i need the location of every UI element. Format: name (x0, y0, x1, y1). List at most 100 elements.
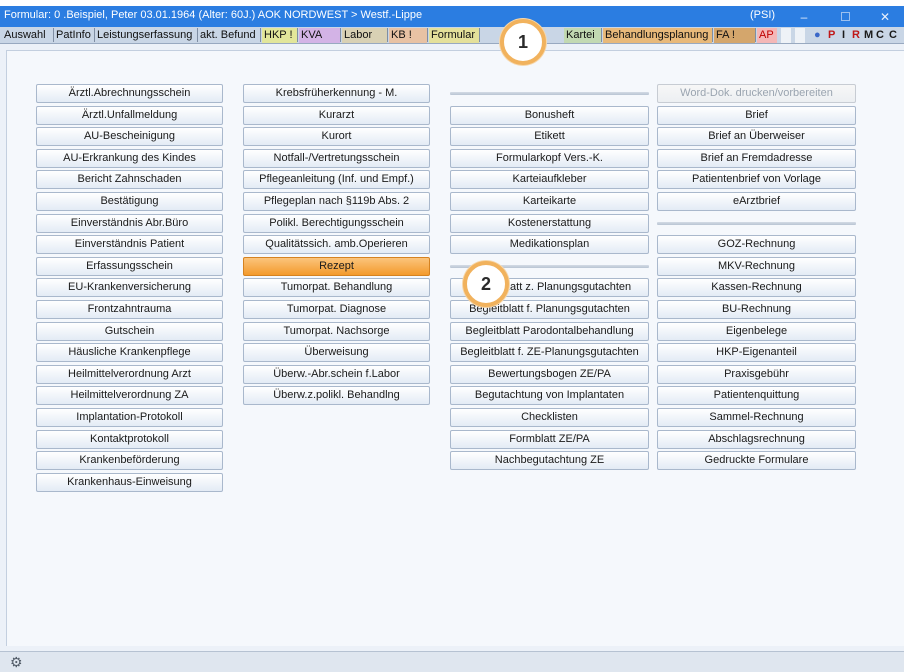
tab-formular[interactable]: Formular (429, 28, 479, 43)
form-button-begleitblatt-parodontalbehandlung[interactable]: Begleitblatt Parodontalbehandlung (450, 321, 649, 341)
form-button-kontaktprotokoll[interactable]: Kontaktprotokoll (36, 429, 223, 449)
form-button-karteiaufkleber[interactable]: Karteiaufkleber (450, 170, 649, 190)
tab-patinfo[interactable]: PatInfo (54, 28, 94, 43)
form-button-krankenhaus-einweisung[interactable]: Krankenhaus-Einweisung (36, 472, 223, 492)
form-button-formularkopf-vers-k[interactable]: Formularkopf Vers.-K. (450, 148, 649, 168)
form-button-ueberweisung[interactable]: Überweisung (243, 343, 430, 363)
form-button-brief[interactable]: Brief (657, 105, 856, 125)
form-button-notfall-vertretungsschein[interactable]: Notfall-/Vertretungsschein (243, 148, 430, 168)
form-button-formblatt-ze-pa[interactable]: Formblatt ZE/PA (450, 429, 649, 449)
form-button-mkv-rechnung[interactable]: MKV-Rechnung (657, 256, 856, 276)
minimize-button[interactable]: – (785, 6, 823, 27)
form-button-bestaetigung[interactable]: Bestätigung (36, 192, 223, 211)
form-button-abschlagsrechnung[interactable]: Abschlagsrechnung (657, 429, 856, 449)
form-button-aerztl-unfallmeldung[interactable]: Ärztl.Unfallmeldung (36, 105, 223, 125)
tab-separator (601, 28, 602, 42)
form-button-tumorpat-behandlung[interactable]: Tumorpat. Behandlung (243, 278, 430, 298)
tab-kartei[interactable]: Kartei (564, 28, 601, 43)
tab-leistungserfassung[interactable]: Leistungserfassung (95, 28, 197, 43)
form-button-brief-an-ueberweiser[interactable]: Brief an Überweiser (657, 127, 856, 147)
form-button-haeusliche-krankenpflege[interactable]: Häusliche Krankenpflege (36, 343, 223, 363)
form-button-bu-rechnung[interactable]: BU-Rechnung (657, 300, 856, 319)
gear-icon[interactable]: ⚙ (10, 654, 23, 671)
group-separator (657, 221, 856, 225)
form-button-au-bescheinigung[interactable]: AU-Bescheinigung (36, 127, 223, 147)
form-button-ueberw-abr-schein-f-labor[interactable]: Überw.-Abr.schein f.Labor (243, 364, 430, 384)
form-button-earztbrief[interactable]: eArztbrief (657, 192, 856, 211)
tab-scroll-button[interactable] (781, 28, 791, 43)
toolbar-letter-icon[interactable]: I (842, 28, 845, 43)
form-button-frontzahntrauma[interactable]: Frontzahntrauma (36, 300, 223, 319)
toolbar-letter-icon[interactable]: P (828, 28, 835, 43)
form-button-implantation-protokoll[interactable]: Implantation-Protokoll (36, 408, 223, 427)
form-button-gutschein[interactable]: Gutschein (36, 321, 223, 341)
toolbar-letter-icon[interactable]: R (852, 28, 860, 43)
tab-fa[interactable]: FA ! (714, 28, 755, 43)
form-button-rezept[interactable]: Rezept (243, 256, 430, 276)
form-button-karteikarte[interactable]: Karteikarte (450, 192, 649, 211)
form-button-brief-an-fremdadresse[interactable]: Brief an Fremdadresse (657, 148, 856, 168)
form-button-qualitaetssich-amb-operieren[interactable]: Qualitätssich. amb.Operieren (243, 235, 430, 255)
form-button-heilmittelverordnung-za[interactable]: Heilmittelverordnung ZA (36, 386, 223, 406)
tab-hkp[interactable]: HKP ! (262, 28, 297, 43)
form-button-einverstaendnis-abr-buero[interactable]: Einverständnis Abr.Büro (36, 213, 223, 233)
form-button-nachbegutachtung-ze[interactable]: Nachbegutachtung ZE (450, 451, 649, 471)
form-button-hkp-eigenanteil[interactable]: HKP-Eigenanteil (657, 343, 856, 363)
close-button[interactable]: ✕ (866, 6, 904, 27)
form-button-bonusheft[interactable]: Bonusheft (450, 105, 649, 125)
app-window: Formular: 0 .Beispiel, Peter 03.01.1964 … (0, 6, 904, 672)
tab-behandlungsplanung[interactable]: Behandlungsplanung (603, 28, 712, 43)
tab-auswahl[interactable]: Auswahl (2, 28, 53, 43)
help-icon[interactable]: ● (814, 28, 821, 43)
form-button-krankenbefoerderung[interactable]: Krankenbeförderung (36, 451, 223, 471)
form-button-tumorpat-nachsorge[interactable]: Tumorpat. Nachsorge (243, 321, 430, 341)
callout-badge: 1 (500, 19, 546, 65)
form-button-bericht-zahnschaden[interactable]: Bericht Zahnschaden (36, 170, 223, 190)
tab-kva[interactable]: KVA (299, 28, 340, 43)
form-button-begutachtung-von-implantaten[interactable]: Begutachtung von Implantaten (450, 386, 649, 406)
form-button-eu-krankenversicherung[interactable]: EU-Krankenversicherung (36, 278, 223, 298)
tab-akt-befund[interactable]: akt. Befund (198, 28, 260, 43)
toolbar-letter-icon[interactable]: C (876, 28, 884, 43)
form-button-word-dok-drucken-vorbereiten[interactable]: Word-Dok. drucken/vorbereiten (657, 84, 856, 103)
form-button-begleitblatt-f-ze-planungsgutachten[interactable]: Begleitblatt f. ZE-Planungsgutachten (450, 343, 649, 363)
form-button-erfassungsschein[interactable]: Erfassungsschein (36, 256, 223, 276)
form-button-tumorpat-diagnose[interactable]: Tumorpat. Diagnose (243, 300, 430, 319)
form-button-kurarzt[interactable]: Kurarzt (243, 105, 430, 125)
form-button-kostenerstattung[interactable]: Kostenerstattung (450, 213, 649, 233)
form-button-goz-rechnung[interactable]: GOZ-Rechnung (657, 235, 856, 255)
form-button-au-erkrankung-des-kindes[interactable]: AU-Erkrankung des Kindes (36, 148, 223, 168)
form-button-checklisten[interactable]: Checklisten (450, 408, 649, 427)
tab-scroll-button[interactable] (795, 28, 805, 43)
form-button-sammel-rechnung[interactable]: Sammel-Rechnung (657, 408, 856, 427)
tab-ap[interactable]: AP (757, 28, 777, 43)
form-button-patientenquittung[interactable]: Patientenquittung (657, 386, 856, 406)
form-button-eigenbelege[interactable]: Eigenbelege (657, 321, 856, 341)
form-button-patientenbrief-von-vorlage[interactable]: Patientenbrief von Vorlage (657, 170, 856, 190)
tab-labor[interactable]: Labor (342, 28, 387, 43)
form-button-einverstaendnis-patient[interactable]: Einverständnis Patient (36, 235, 223, 255)
form-button-bewertungsbogen-ze-pa[interactable]: Bewertungsbogen ZE/PA (450, 364, 649, 384)
tab-separator (755, 28, 756, 42)
form-button-kurort[interactable]: Kurort (243, 127, 430, 147)
form-button-etikett[interactable]: Etikett (450, 127, 649, 147)
form-button-kassen-rechnung[interactable]: Kassen-Rechnung (657, 278, 856, 298)
form-button-krebsfrueherkennung-m[interactable]: Krebsfrüherkennung - M. (243, 84, 430, 103)
form-button-aerztl-abrechnungsschein[interactable]: Ärztl.Abrechnungsschein (36, 84, 223, 103)
toolbar-letter-icon[interactable]: M (864, 28, 873, 43)
form-button-pflegeplan-nach-119b-abs-2[interactable]: Pflegeplan nach §119b Abs. 2 (243, 192, 430, 211)
form-button-polikl-berechtigungsschein[interactable]: Polikl. Berechtigungsschein (243, 213, 430, 233)
toolbar-letter-icon[interactable]: C (889, 28, 897, 43)
form-button-ueberw-z-polikl-behandlng[interactable]: Überw.z.polikl. Behandlng (243, 386, 430, 406)
form-button-gedruckte-formulare[interactable]: Gedruckte Formulare (657, 451, 856, 471)
mode-label: (PSI) (750, 9, 776, 21)
tab-kb[interactable]: KB ! (389, 28, 427, 43)
form-button-pflegeanleitung-inf-und-empf[interactable]: Pflegeanleitung (Inf. und Empf.) (243, 170, 430, 190)
form-selection-panel: Ärztl.Abrechnungsschein Ärztl.Unfallmeldu… (6, 50, 904, 646)
form-button-medikationsplan[interactable]: Medikationsplan (450, 235, 649, 255)
minimize-icon: – (800, 9, 808, 24)
maximize-button[interactable] (826, 6, 864, 27)
status-bar: ⚙ (0, 651, 904, 672)
form-button-heilmittelverordnung-arzt[interactable]: Heilmittelverordnung Arzt (36, 364, 223, 384)
form-button-praxisgebuehr[interactable]: Praxisgebühr (657, 364, 856, 384)
